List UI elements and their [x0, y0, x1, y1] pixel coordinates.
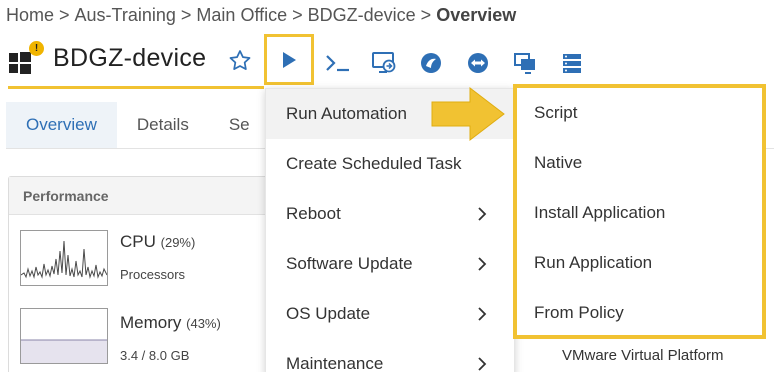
chevron-right-icon — [478, 207, 487, 221]
breadcrumb-aus-training[interactable]: Aus-Training — [75, 5, 176, 26]
submenu-item-from-policy[interactable]: From Policy — [517, 288, 762, 338]
alert-badge: ! — [29, 41, 44, 56]
vm-platform-text: VMware Virtual Platform — [562, 347, 724, 364]
menu-item-label: Run Automation — [286, 104, 407, 123]
teamviewer-button[interactable] — [461, 48, 495, 78]
cpu-percent: (29%) — [160, 235, 196, 250]
menu-item-os-update[interactable]: OS Update — [266, 289, 516, 339]
remote-desktop-button[interactable] — [367, 48, 401, 78]
menu-item-label: Maintenance — [286, 354, 384, 372]
windows-icon — [9, 52, 31, 74]
breadcrumb-separator: > — [59, 5, 70, 25]
submenu-item-native[interactable]: Native — [517, 138, 762, 188]
menu-item-label: Software Update — [286, 254, 413, 273]
screen-connect-button[interactable] — [508, 48, 542, 78]
run-button[interactable] — [264, 34, 314, 85]
breadcrumb-separator: > — [292, 5, 303, 25]
memory-percent: (43%) — [186, 316, 221, 331]
tab-overview[interactable]: Overview — [6, 102, 117, 148]
title-underline — [8, 86, 264, 89]
breadcrumb-home[interactable]: Home — [6, 5, 54, 26]
breadcrumb-device[interactable]: BDGZ-device — [308, 5, 416, 26]
breadcrumb-main-office[interactable]: Main Office — [196, 5, 287, 26]
page-title: BDGZ-device — [53, 44, 207, 72]
memory-sparkline — [20, 308, 108, 364]
splashtop-icon — [421, 53, 441, 73]
breadcrumb-current: Overview — [436, 5, 517, 25]
menu-item-label: OS Update — [286, 304, 371, 323]
remote-desktop-icon — [372, 52, 396, 73]
cpu-sparkline — [20, 230, 108, 286]
menu-item-create-scheduled-task[interactable]: Create Scheduled Task — [266, 139, 516, 189]
menu-item-software-update[interactable]: Software Update — [266, 239, 516, 289]
memory-subtitle: 3.4 / 8.0 GB — [120, 348, 190, 363]
memory-metric: Memory (43%) — [120, 313, 221, 333]
submenu-item-script[interactable]: Script — [517, 88, 762, 138]
breadcrumb-separator: > — [420, 5, 432, 25]
server-stack-icon — [563, 54, 581, 73]
terminal-icon — [326, 55, 349, 72]
submenu-item-run-application[interactable]: Run Application — [517, 238, 762, 288]
play-icon — [283, 51, 296, 68]
menu-item-label: Create Scheduled Task — [286, 154, 462, 173]
performance-panel: Performance CPU (29%) Processors Memory … — [8, 176, 270, 372]
annotation-arrow-icon — [431, 86, 505, 142]
run-automation-submenu: Script Native Install Application Run Ap… — [513, 84, 766, 339]
memory-label: Memory — [120, 313, 182, 332]
menu-item-label: Reboot — [286, 204, 341, 223]
server-stack-button[interactable] — [555, 48, 589, 78]
performance-header: Performance — [9, 177, 269, 215]
menu-item-maintenance[interactable]: Maintenance — [266, 339, 516, 372]
screen-connect-icon — [514, 53, 535, 74]
terminal-button[interactable] — [321, 48, 355, 78]
star-icon[interactable] — [227, 48, 253, 74]
splashtop-button[interactable] — [414, 48, 448, 78]
device-overview-page: Home > Aus-Training > Main Office > BDGZ… — [0, 0, 774, 372]
chevron-right-icon — [478, 307, 487, 321]
breadcrumb: Home > Aus-Training > Main Office > BDGZ… — [6, 5, 516, 26]
teamviewer-icon — [468, 53, 488, 73]
chevron-right-icon — [478, 357, 487, 371]
tab-details[interactable]: Details — [117, 102, 209, 148]
menu-item-reboot[interactable]: Reboot — [266, 189, 516, 239]
submenu-item-install-application[interactable]: Install Application — [517, 188, 762, 238]
chevron-right-icon — [478, 257, 487, 271]
cpu-label: CPU — [120, 232, 156, 251]
breadcrumb-separator: > — [180, 5, 192, 25]
tab-settings[interactable]: Se — [209, 102, 250, 148]
tab-bar: Overview Details Se — [6, 102, 250, 148]
cpu-subtitle: Processors — [120, 267, 186, 282]
cpu-metric: CPU (29%) — [120, 232, 195, 252]
